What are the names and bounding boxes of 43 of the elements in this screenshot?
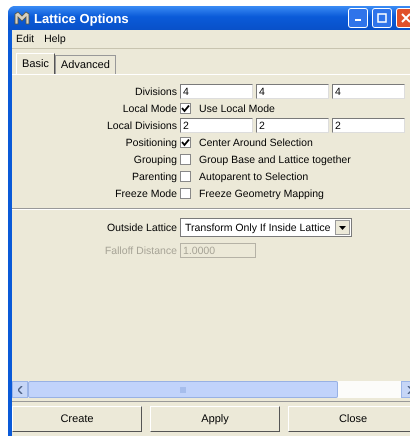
number-field[interactable]: 4	[256, 84, 329, 99]
window-title: Lattice Options	[34, 10, 130, 26]
checkbox-label[interactable]: Use Local Mode	[199, 102, 275, 114]
field-label: Falloff Distance	[104, 244, 177, 256]
checkbox[interactable]	[180, 154, 191, 165]
number-field[interactable]: 4	[180, 84, 253, 99]
checkbox-label[interactable]: Autoparent to Selection	[199, 170, 308, 182]
maximize-icon	[377, 13, 387, 23]
dropdown[interactable]: Transform Only If Inside Lattice	[180, 218, 352, 237]
checkbox[interactable]	[180, 137, 191, 148]
checkbox-label[interactable]: Center Around Selection	[199, 136, 313, 148]
checkbox[interactable]	[180, 171, 191, 182]
field-label: Grouping	[132, 154, 177, 166]
minimize-button[interactable]	[348, 8, 368, 28]
field-label: Positioning	[124, 136, 177, 148]
field-label: Freeze Mode	[114, 188, 177, 200]
number-field[interactable]: 2	[180, 118, 253, 133]
checkbox-label[interactable]: Freeze Geometry Mapping	[199, 188, 324, 200]
menu-item[interactable]: Edit	[16, 33, 34, 45]
tab[interactable]: Basic	[16, 53, 55, 74]
field-label: Parenting	[131, 170, 177, 182]
checkbox-label[interactable]: Group Base and Lattice together	[199, 154, 351, 166]
action-button[interactable]: Apply	[150, 406, 280, 432]
number-field[interactable]: 2	[332, 118, 405, 133]
field-label: Outside Lattice	[106, 222, 177, 234]
grip-icon	[180, 386, 186, 392]
menu-item[interactable]: Help	[44, 33, 66, 45]
maximize-button[interactable]	[372, 8, 392, 28]
close-icon	[401, 13, 410, 23]
field-label: Divisions	[134, 86, 177, 98]
number-field[interactable]: 2	[256, 118, 329, 133]
caret-icon	[339, 226, 346, 230]
tab[interactable]: Advanced	[54, 55, 116, 74]
checkbox[interactable]	[180, 188, 191, 199]
number-field[interactable]: 4	[332, 84, 405, 99]
close-button[interactable]	[396, 8, 410, 28]
checkbox[interactable]	[180, 103, 191, 114]
app-icon	[14, 11, 30, 25]
field-label: Local Mode	[122, 102, 177, 114]
action-button[interactable]: Close	[288, 406, 410, 432]
field-label: Local Divisions	[106, 120, 177, 132]
action-button[interactable]: Create	[12, 406, 142, 432]
scrollbar[interactable]	[12, 381, 410, 398]
